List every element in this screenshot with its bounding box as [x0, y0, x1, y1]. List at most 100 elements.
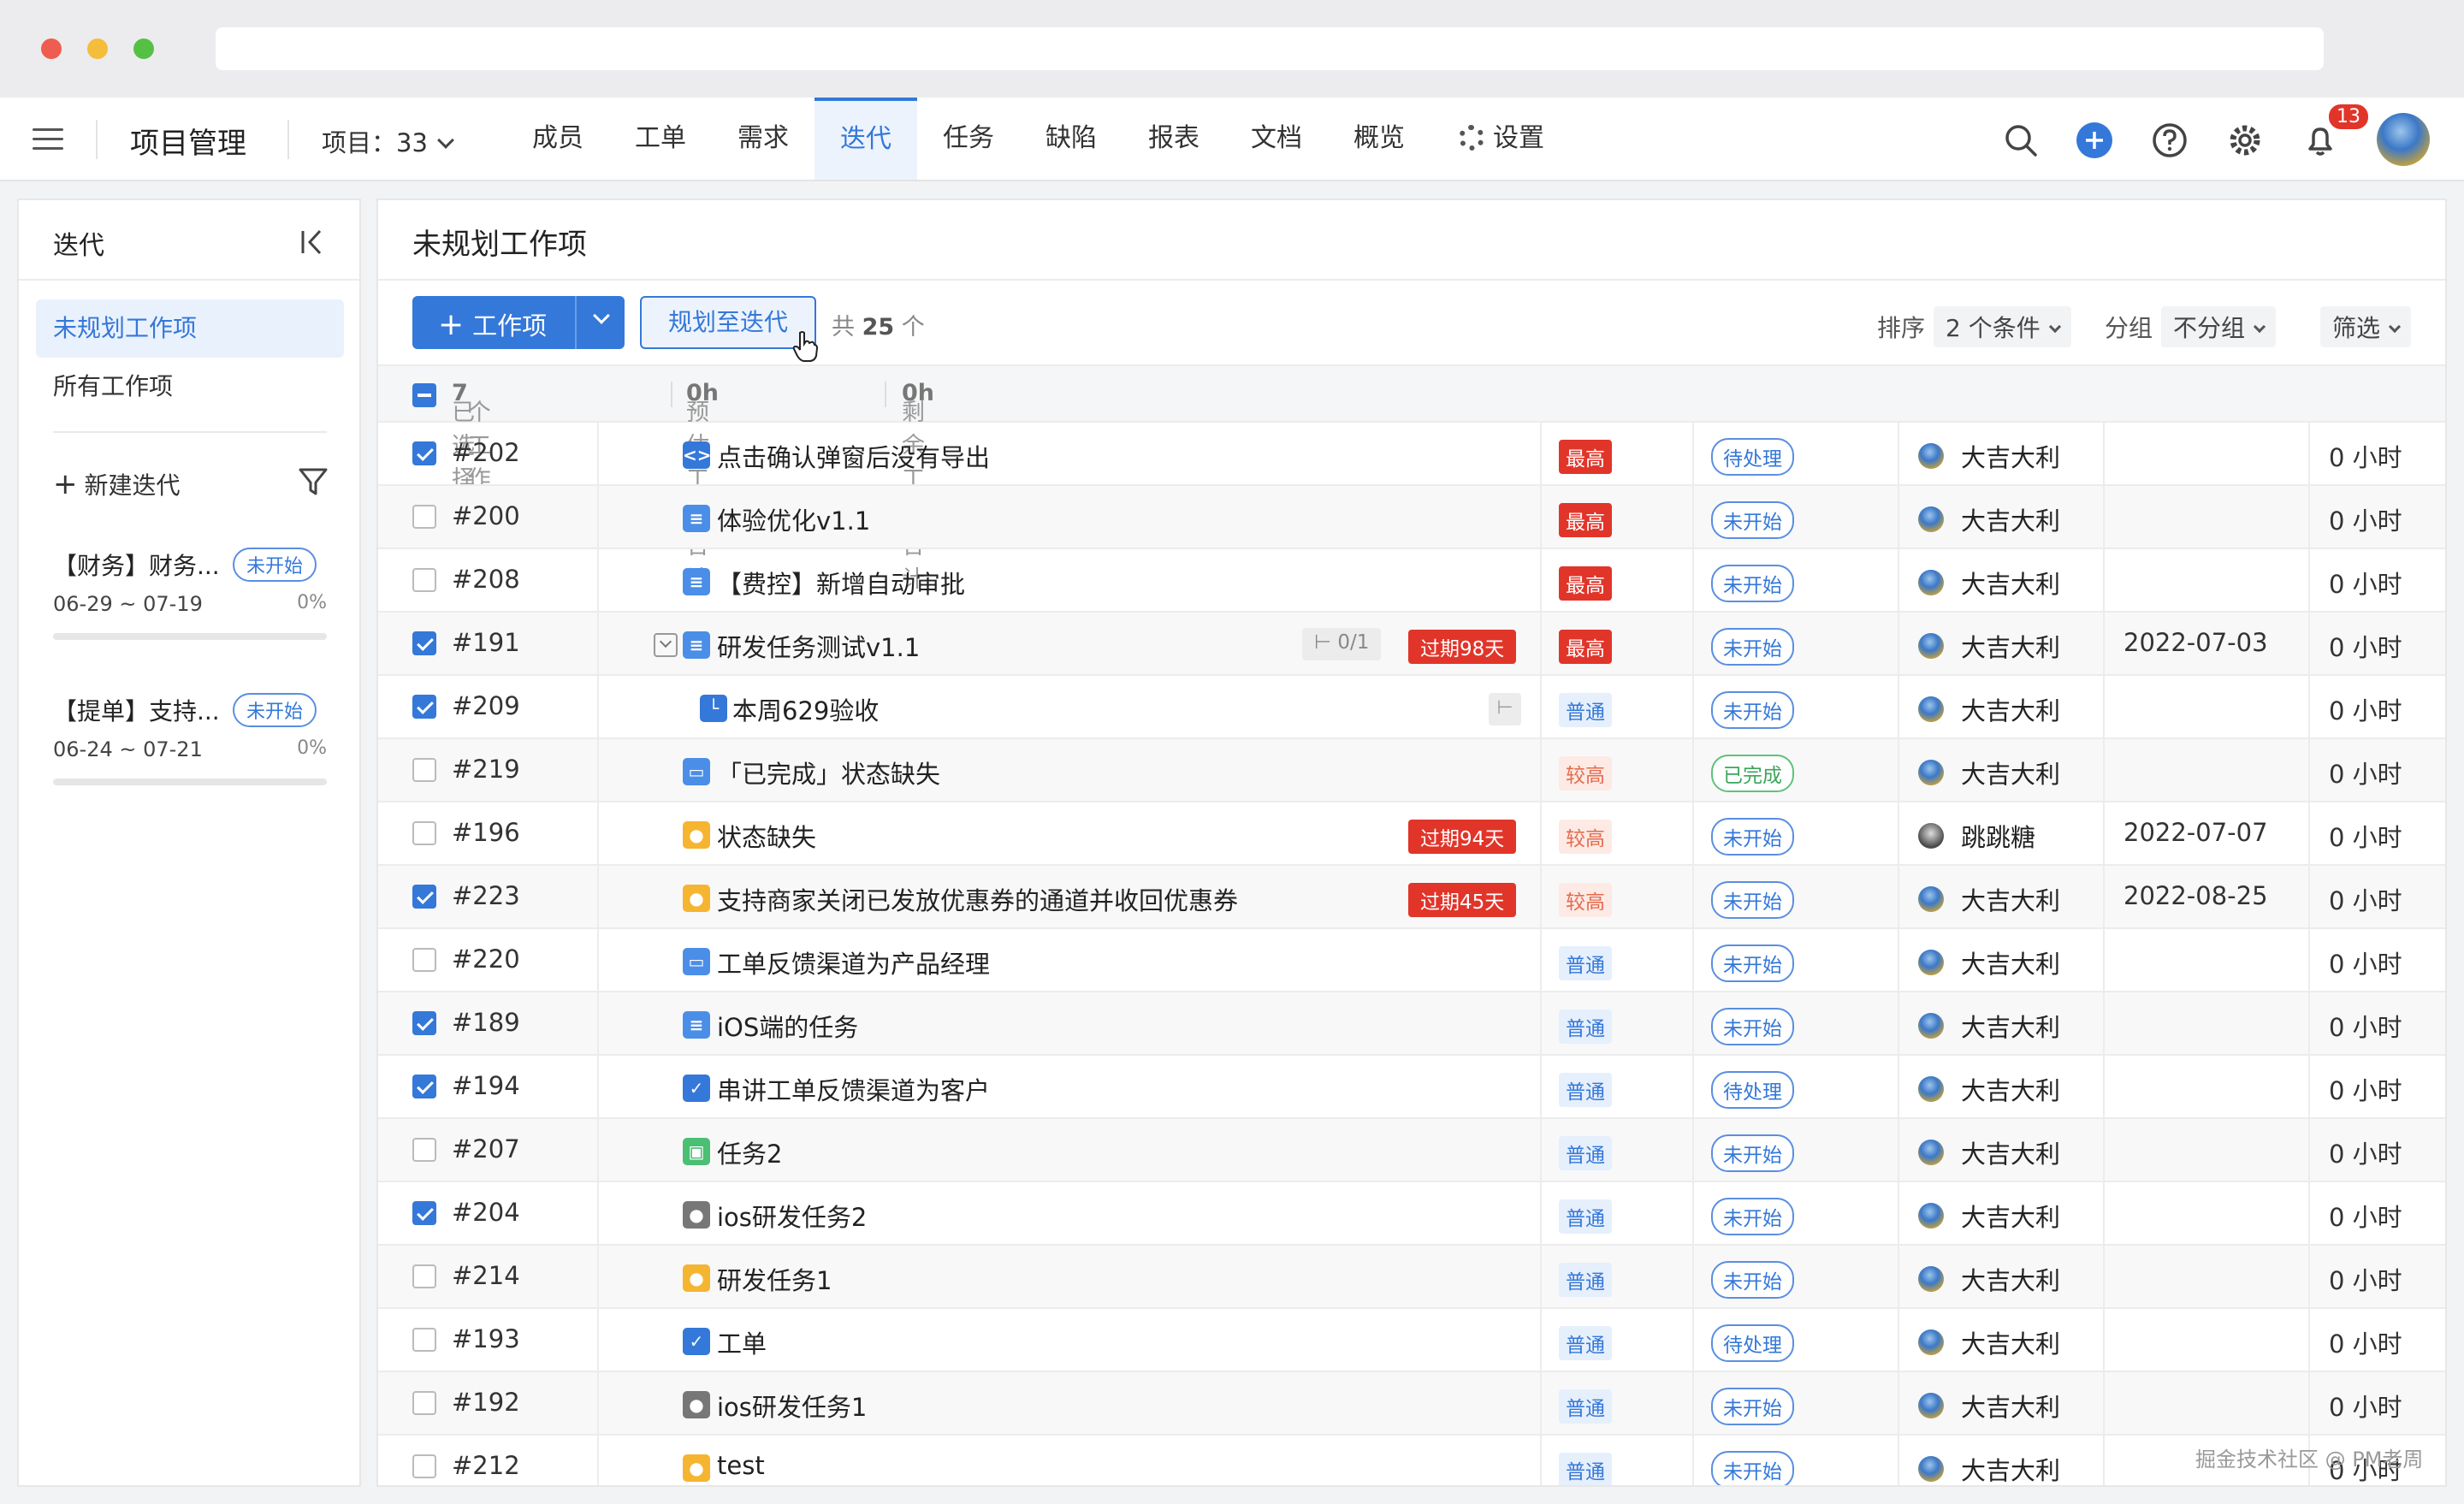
item-title[interactable]: ios研发任务1	[717, 1388, 867, 1424]
table-row[interactable]: #219 ▭ 「已完成」状态缺失 较高 已完成 大吉大利 0 小时	[378, 739, 2445, 802]
row-checkbox[interactable]	[412, 1264, 436, 1288]
menu-icon[interactable]	[33, 128, 63, 152]
row-checkbox[interactable]	[412, 1138, 436, 1162]
table-row[interactable]: #200 ≡ 体验优化v1.1 最高 未开始 大吉大利 0 小时	[378, 486, 2445, 549]
priority-badge[interactable]: 最高	[1559, 630, 1612, 664]
estimated-hours[interactable]: 0 小时	[2329, 1134, 2402, 1170]
item-title[interactable]: 工单	[717, 1324, 767, 1360]
status-badge[interactable]: 待处理	[1711, 1071, 1794, 1109]
settings-gear-icon[interactable]	[2226, 121, 2264, 159]
plan-to-iteration-button[interactable]: 规划至迭代	[640, 296, 816, 349]
sidebar-item-unplanned[interactable]: 未规划工作项	[36, 299, 344, 358]
row-checkbox[interactable]	[412, 885, 436, 909]
table-row[interactable]: #220 ▭ 工单反馈渠道为产品经理 普通 未开始 大吉大利 0 小时	[378, 929, 2445, 992]
status-badge[interactable]: 未开始	[1711, 1261, 1794, 1299]
search-icon[interactable]	[2002, 121, 2040, 159]
priority-badge[interactable]: 较高	[1559, 756, 1612, 790]
table-row[interactable]: #214 ● 研发任务1 普通 未开始 大吉大利 0 小时	[378, 1246, 2445, 1309]
item-title[interactable]: 支持商家关闭已发放优惠券的通道并收回优惠券	[717, 881, 1238, 917]
priority-badge[interactable]: 较高	[1559, 820, 1612, 854]
priority-badge[interactable]: 普通	[1559, 1453, 1612, 1485]
status-badge[interactable]: 已完成	[1711, 755, 1794, 792]
status-badge[interactable]: 未开始	[1711, 1198, 1794, 1235]
estimated-hours[interactable]: 0 小时	[2329, 501, 2402, 537]
priority-badge[interactable]: 最高	[1559, 503, 1612, 537]
sort-dropdown[interactable]: 2 个条件	[1934, 306, 2071, 347]
estimated-hours[interactable]: 0 小时	[2329, 755, 2402, 790]
item-title[interactable]: 本周629验收	[732, 691, 879, 727]
filter-dropdown[interactable]: 筛选	[2320, 306, 2412, 347]
item-title[interactable]: 点击确认弹窗后没有导出	[717, 438, 990, 474]
row-checkbox[interactable]	[412, 821, 436, 845]
assignee-name[interactable]: 大吉大利	[1961, 755, 2060, 790]
assignee-name[interactable]: 大吉大利	[1961, 691, 2060, 727]
table-row[interactable]: #193 ✓ 工单 普通 待处理 大吉大利 0 小时	[378, 1309, 2445, 1372]
table-row[interactable]: #202 <> 点击确认弹窗后没有导出 最高 待处理 大吉大利 0 小时	[378, 423, 2445, 486]
priority-badge[interactable]: 普通	[1559, 1326, 1612, 1360]
tab-requirements[interactable]: 需求	[719, 98, 808, 180]
estimated-hours[interactable]: 0 小时	[2329, 1008, 2402, 1044]
add-work-item-button[interactable]: + 工作项	[412, 296, 625, 349]
sidebar-item-all[interactable]: 所有工作项	[36, 358, 344, 416]
priority-badge[interactable]: 普通	[1559, 1263, 1612, 1297]
minimize-window-button[interactable]	[87, 38, 108, 59]
status-badge[interactable]: 未开始	[1711, 501, 1794, 539]
assignee-name[interactable]: 大吉大利	[1961, 1071, 2060, 1107]
row-checkbox[interactable]	[412, 1328, 436, 1352]
priority-badge[interactable]: 普通	[1559, 1010, 1612, 1044]
tab-docs[interactable]: 文档	[1232, 98, 1321, 180]
item-title[interactable]: 【费控】新增自动审批	[717, 565, 965, 601]
estimated-hours[interactable]: 0 小时	[2329, 1261, 2402, 1297]
estimated-hours[interactable]: 0 小时	[2329, 628, 2402, 664]
filter-control[interactable]: 筛选	[2312, 306, 2412, 347]
estimated-hours[interactable]: 0 小时	[2329, 1071, 2402, 1107]
status-badge[interactable]: 未开始	[1711, 818, 1794, 856]
status-badge[interactable]: 未开始	[1711, 881, 1794, 919]
table-row[interactable]: #194 ✓ 串讲工单反馈渠道为客户 普通 待处理 大吉大利 0 小时	[378, 1056, 2445, 1119]
tab-overview[interactable]: 概览	[1335, 98, 1424, 180]
priority-badge[interactable]: 较高	[1559, 883, 1612, 917]
due-date[interactable]: 2022-07-07	[2123, 818, 2268, 847]
item-title[interactable]: test	[717, 1451, 765, 1480]
estimated-hours[interactable]: 0 小时	[2329, 1324, 2402, 1360]
group-dropdown[interactable]: 不分组	[2161, 306, 2277, 347]
status-badge[interactable]: 未开始	[1711, 565, 1794, 602]
estimated-hours[interactable]: 0 小时	[2329, 691, 2402, 727]
filter-icon[interactable]	[298, 467, 329, 496]
status-badge[interactable]: 未开始	[1711, 691, 1794, 729]
estimated-hours[interactable]: 0 小时	[2329, 565, 2402, 601]
sort-control[interactable]: 排序 2 个条件	[1877, 306, 2071, 347]
tab-tasks[interactable]: 任务	[924, 98, 1013, 180]
table-row[interactable]: #209 └ 本周629验收 ⊢ 普通 未开始 大吉大利 0 小时	[378, 676, 2445, 739]
table-row[interactable]: #192 ● ios研发任务1 普通 未开始 大吉大利 0 小时	[378, 1372, 2445, 1436]
assignee-name[interactable]: 大吉大利	[1961, 1451, 2060, 1485]
row-checkbox[interactable]	[412, 1454, 436, 1478]
expand-toggle-icon[interactable]	[654, 633, 678, 657]
group-control[interactable]: 分组 不分组	[2105, 306, 2277, 347]
table-row[interactable]: #196 ● 状态缺失 过期94天 较高 未开始 跳跳糖 2022-07-07 0 小时	[378, 802, 2445, 866]
item-title[interactable]: ios研发任务2	[717, 1198, 867, 1234]
item-title[interactable]: 状态缺失	[717, 818, 816, 854]
priority-badge[interactable]: 普通	[1559, 1136, 1612, 1170]
estimated-hours[interactable]: 0 小时	[2329, 1388, 2402, 1424]
item-title[interactable]: 研发任务1	[717, 1261, 832, 1297]
close-window-button[interactable]	[41, 38, 62, 59]
row-checkbox[interactable]	[412, 1201, 436, 1225]
select-all-checkbox[interactable]	[412, 383, 436, 407]
item-title[interactable]: 串讲工单反馈渠道为客户	[717, 1071, 990, 1107]
assignee-name[interactable]: 大吉大利	[1961, 1324, 2060, 1360]
tab-members[interactable]: 成员	[513, 98, 602, 180]
assignee-name[interactable]: 大吉大利	[1961, 1198, 2060, 1234]
new-iteration-button[interactable]: + 新建迭代	[53, 467, 181, 501]
tab-iterations[interactable]: 迭代	[814, 98, 917, 180]
status-badge[interactable]: 未开始	[1711, 1008, 1794, 1045]
assignee-name[interactable]: 大吉大利	[1961, 565, 2060, 601]
priority-badge[interactable]: 普通	[1559, 1073, 1612, 1107]
assignee-name[interactable]: 大吉大利	[1961, 1008, 2060, 1044]
assignee-name[interactable]: 大吉大利	[1961, 944, 2060, 980]
estimated-hours[interactable]: 0 小时	[2329, 818, 2402, 854]
due-date[interactable]: 2022-07-03	[2123, 628, 2268, 657]
maximize-window-button[interactable]	[133, 38, 154, 59]
row-checkbox[interactable]	[412, 631, 436, 655]
row-checkbox[interactable]	[412, 1075, 436, 1098]
